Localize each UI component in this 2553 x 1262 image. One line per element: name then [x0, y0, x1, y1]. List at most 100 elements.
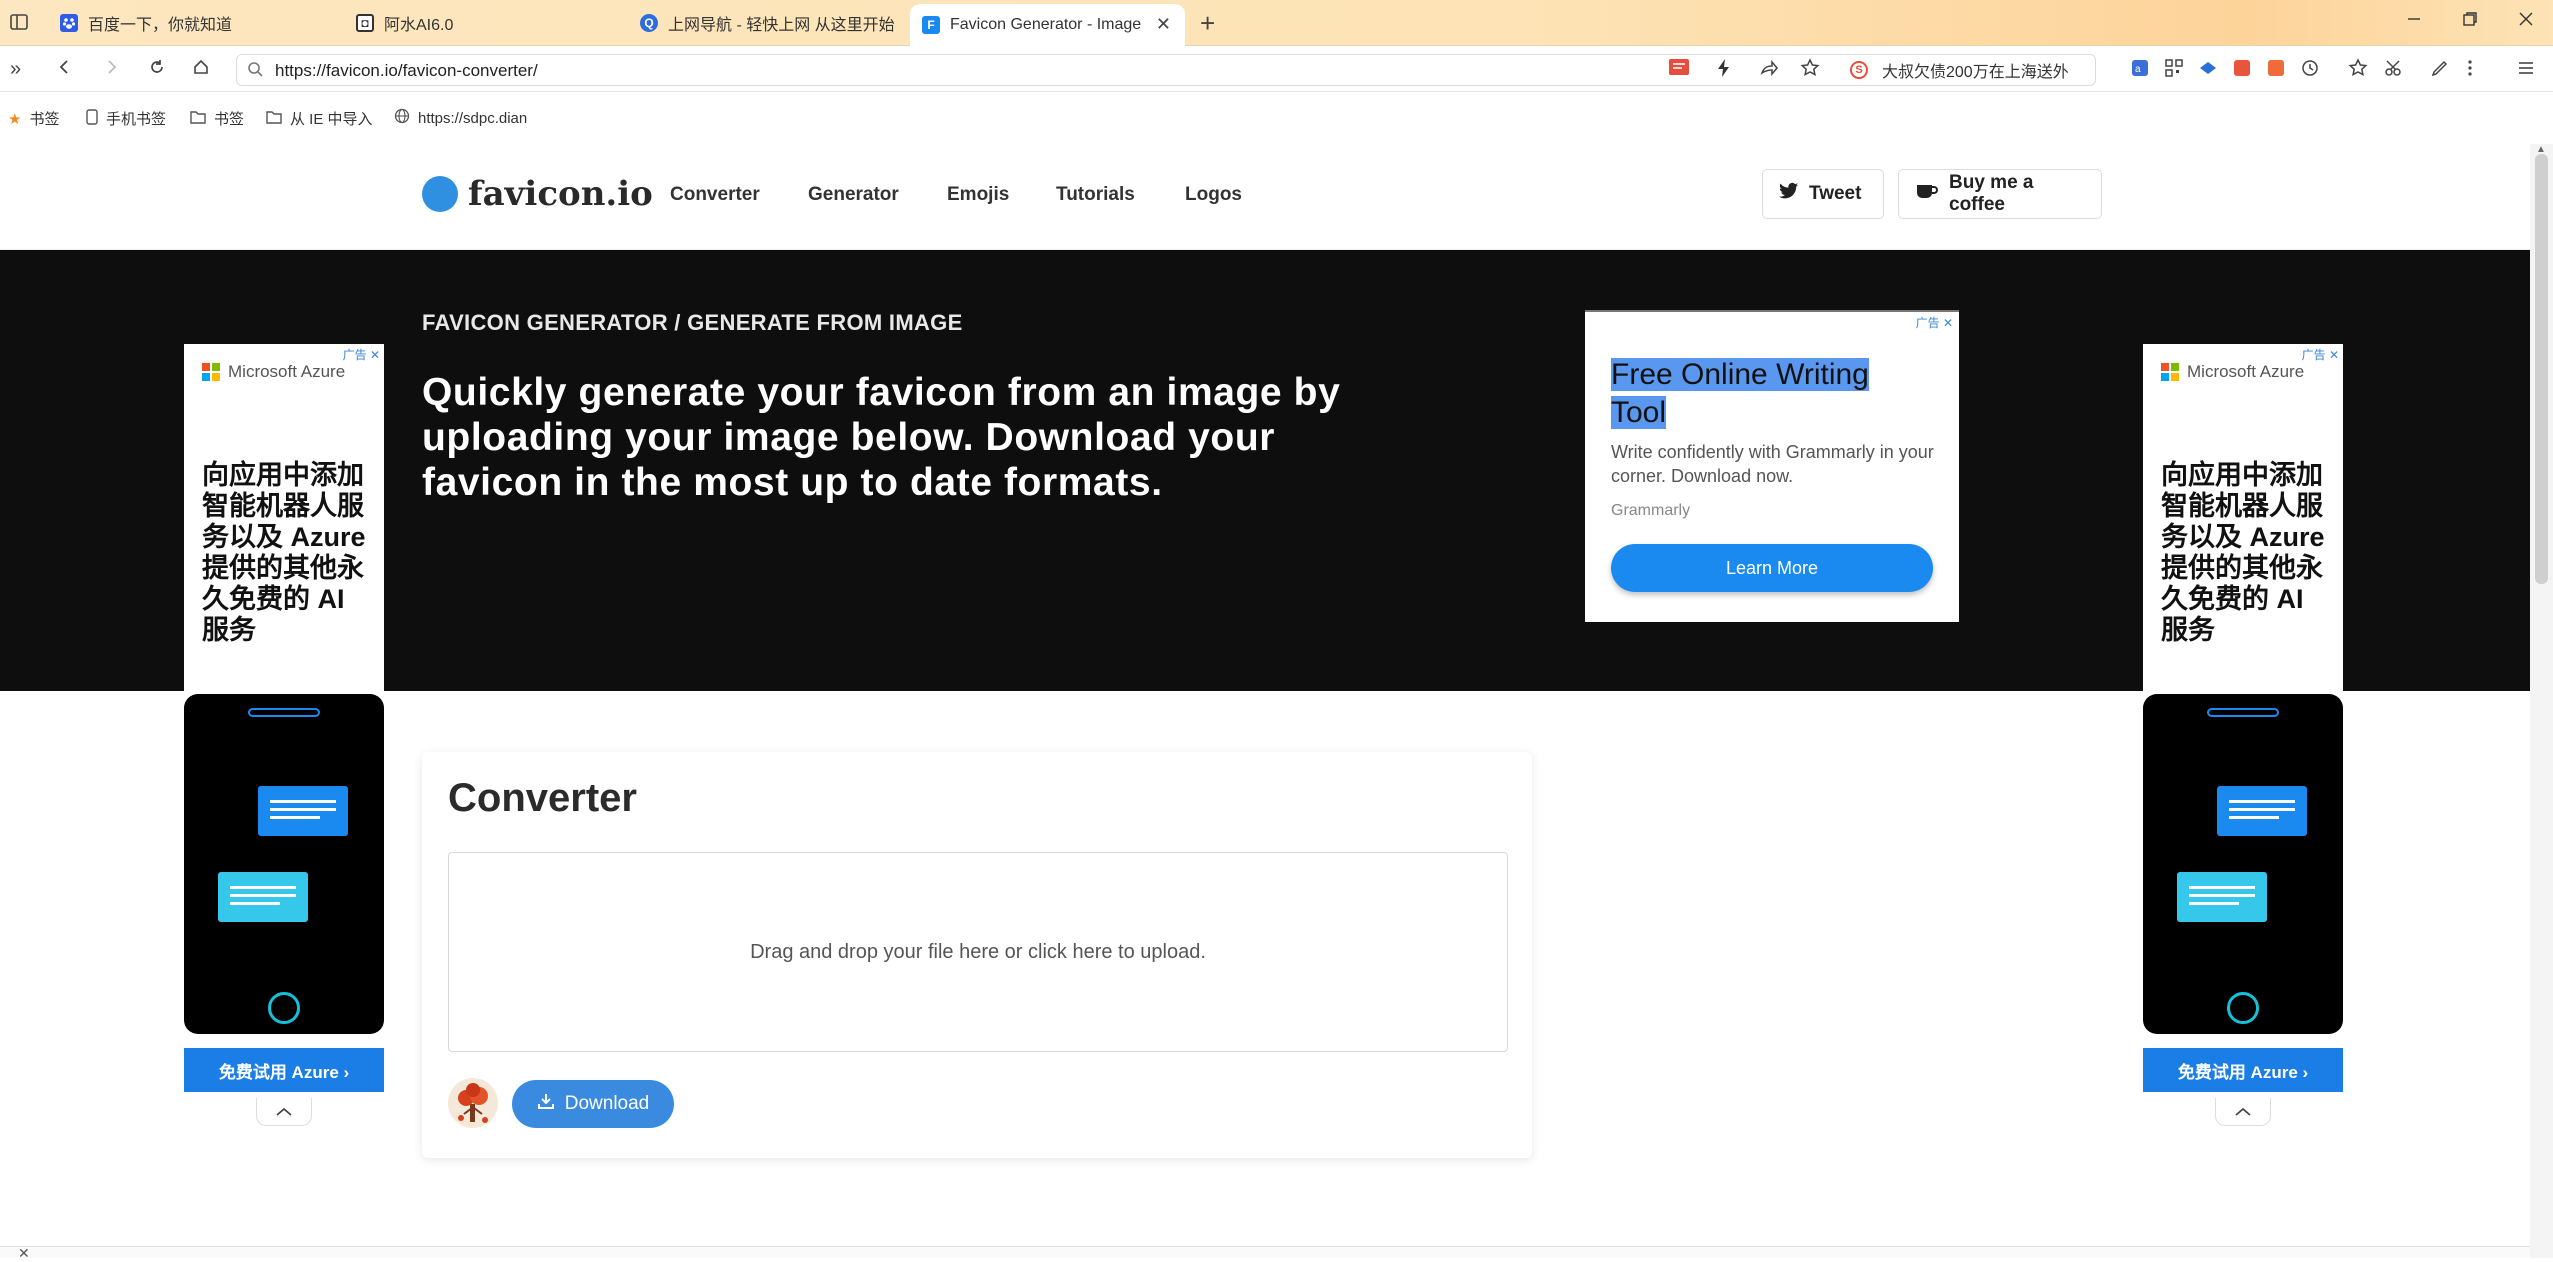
- learn-more-button[interactable]: Learn More: [1611, 544, 1933, 592]
- close-bottom-bar-icon[interactable]: ✕: [18, 1245, 30, 1262]
- minimize-icon[interactable]: [2405, 10, 2423, 34]
- bird-extension-icon[interactable]: [2198, 58, 2218, 83]
- draw-icon[interactable]: [2430, 58, 2450, 83]
- star-icon: ★: [8, 110, 22, 128]
- tab-baidu[interactable]: 百度一下，你就知道: [48, 4, 348, 42]
- grammarly-ad[interactable]: 广告 ✕ Free Online Writing Tool Write confi…: [1585, 310, 1959, 622]
- azure-ad-left[interactable]: 广告 ✕ Microsoft Azure 向应用中添加智能机器人服务以及 Azu…: [184, 344, 384, 1100]
- screenshot-scissors-icon[interactable]: [2384, 58, 2408, 83]
- phone-speaker: [248, 708, 320, 717]
- ad-collapse-toggle[interactable]: [2215, 1098, 2271, 1126]
- download-button[interactable]: Download: [512, 1080, 674, 1128]
- bookmark-label: https://sdpc.dian: [418, 109, 528, 127]
- bookmark-item[interactable]: 手机书签: [86, 108, 166, 129]
- ad-badge[interactable]: 广告 ✕: [343, 346, 380, 363]
- ad-close-icon[interactable]: ✕: [370, 348, 380, 362]
- history-icon[interactable]: [2300, 58, 2324, 83]
- site-header: favicon.io Converter Generator Emojis Tu…: [0, 144, 2530, 250]
- favicon-io-favicon-icon: F: [922, 16, 940, 34]
- back-icon[interactable]: [56, 58, 74, 82]
- microsoft-logo-icon: [2161, 363, 2179, 381]
- download-icon: [537, 1092, 555, 1116]
- page-scrollbar[interactable]: ▲: [2530, 144, 2553, 1258]
- chat-bubble-icon: [2177, 872, 2267, 922]
- more-options-icon[interactable]: [2466, 58, 2474, 83]
- extension-icon[interactable]: a: [2130, 58, 2150, 83]
- ad-close-icon[interactable]: ✕: [2329, 348, 2339, 362]
- hot-search-box[interactable]: S 大叔欠债200万在上海送外: [1850, 58, 2069, 82]
- phone-home-button: [2227, 992, 2259, 1024]
- bookmark-item[interactable]: 从 IE 中导入: [266, 108, 373, 129]
- forward-history-icon[interactable]: »: [10, 58, 21, 81]
- home-icon[interactable]: [192, 58, 210, 82]
- ad-badge-text: 广告: [2301, 348, 2326, 362]
- file-dropzone[interactable]: Drag and drop your file here or click he…: [448, 852, 1508, 1052]
- bookmark-item[interactable]: ★ 书签: [8, 108, 59, 129]
- buy-me-a-coffee-button[interactable]: Buy me a coffee: [1898, 169, 2102, 219]
- ad-close-icon[interactable]: ✕: [1943, 316, 1953, 330]
- phone-home-button: [268, 992, 300, 1024]
- ad-title-line: Free Online Writing: [1611, 358, 1869, 391]
- ad-collapse-toggle[interactable]: [256, 1098, 312, 1126]
- reload-icon[interactable]: [148, 58, 166, 82]
- scrollbar-thumb[interactable]: [2535, 154, 2548, 584]
- close-window-icon[interactable]: [2517, 10, 2535, 34]
- ashui-favicon-icon: ◘: [356, 14, 374, 32]
- hot-search-text: 大叔欠债200万在上海送外: [1882, 64, 2069, 81]
- tab-ashui[interactable]: ◘ 阿水AI6.0: [344, 4, 624, 42]
- folder-icon: [190, 110, 206, 128]
- site-logo[interactable]: favicon.io: [422, 174, 653, 214]
- tweet-button[interactable]: Tweet: [1762, 169, 1884, 219]
- chat-bubble-icon: [218, 872, 308, 922]
- breadcrumb: FAVICON GENERATOR / GENERATE FROM IMAGE: [422, 310, 963, 335]
- restore-icon[interactable]: [2461, 10, 2479, 34]
- forward-icon[interactable]: [102, 58, 120, 82]
- bookmark-star-icon[interactable]: [1800, 58, 1820, 83]
- close-tab-icon[interactable]: ✕: [1156, 14, 1171, 35]
- bookmark-label: 书签: [29, 111, 60, 128]
- tab-title: 阿水AI6.0: [384, 17, 454, 34]
- bottom-bar: ✕: [0, 1245, 2530, 1261]
- translate-extension-icon[interactable]: [2232, 58, 2252, 83]
- phone-icon: [86, 108, 98, 129]
- tab-favicon-generator[interactable]: F Favicon Generator - Image ✕: [910, 4, 1185, 46]
- url-text: https://favicon.io/favicon-converter/: [275, 61, 538, 80]
- nav-emojis[interactable]: Emojis: [947, 184, 1009, 206]
- tab-navigation[interactable]: Q 上网导航 - 轻快上网 从这里开始: [628, 4, 918, 42]
- qr-code-icon[interactable]: [2164, 58, 2184, 83]
- pdf-extension-icon[interactable]: [2266, 58, 2286, 83]
- nav-logos[interactable]: Logos: [1185, 184, 1242, 206]
- phone-illustration: [184, 694, 384, 1034]
- phone-illustration: [2143, 694, 2343, 1034]
- ad-badge[interactable]: 广告 ✕: [2302, 346, 2339, 363]
- ad-body-text: 向应用中添加智能机器人服务以及 Azure 提供的其他永久免费的 AI 服务: [2161, 460, 2325, 645]
- azure-ad-right[interactable]: 广告 ✕ Microsoft Azure 向应用中添加智能机器人服务以及 Azu…: [2143, 344, 2343, 1100]
- nav-tutorials[interactable]: Tutorials: [1056, 184, 1135, 206]
- search-icon: [247, 61, 263, 82]
- sidebar-toggle-icon[interactable]: [8, 11, 30, 33]
- microsoft-azure-brand: Microsoft Azure: [2161, 362, 2304, 382]
- favorites-icon[interactable]: [2348, 58, 2368, 83]
- bookmark-item[interactable]: https://sdpc.dian: [394, 108, 527, 128]
- ad-badge-text: 广告: [342, 348, 367, 362]
- try-azure-button[interactable]: 免费试用 Azure ›: [2143, 1048, 2343, 1092]
- reader-mode-icon[interactable]: [1668, 58, 1690, 83]
- ad-badge-text: 广告: [1915, 316, 1940, 330]
- chevron-up-icon: [2235, 1107, 2251, 1116]
- try-azure-button[interactable]: 免费试用 Azure ›: [184, 1048, 384, 1092]
- bookmarks-bar: ★ 书签 手机书签 书签 从 IE 中导入 https://sdpc.dian: [0, 92, 2553, 144]
- new-tab-button[interactable]: +: [1200, 8, 1215, 39]
- menu-icon[interactable]: [2516, 58, 2536, 83]
- ad-badge[interactable]: 广告 ✕: [1916, 314, 1953, 331]
- nav-converter[interactable]: Converter: [670, 184, 760, 206]
- brand-text: Microsoft Azure: [2187, 362, 2305, 381]
- bookmark-item[interactable]: 书签: [190, 108, 244, 129]
- bookmark-label: 书签: [214, 111, 245, 128]
- converter-title: Converter: [448, 776, 637, 820]
- chat-bubble-icon: [2217, 786, 2307, 836]
- share-icon[interactable]: [1758, 58, 1778, 83]
- converter-card: Converter Drag and drop your file here o…: [422, 752, 1532, 1158]
- chevron-up-icon: [276, 1107, 292, 1116]
- nav-generator[interactable]: Generator: [808, 184, 899, 206]
- lightning-icon[interactable]: [1716, 58, 1732, 83]
